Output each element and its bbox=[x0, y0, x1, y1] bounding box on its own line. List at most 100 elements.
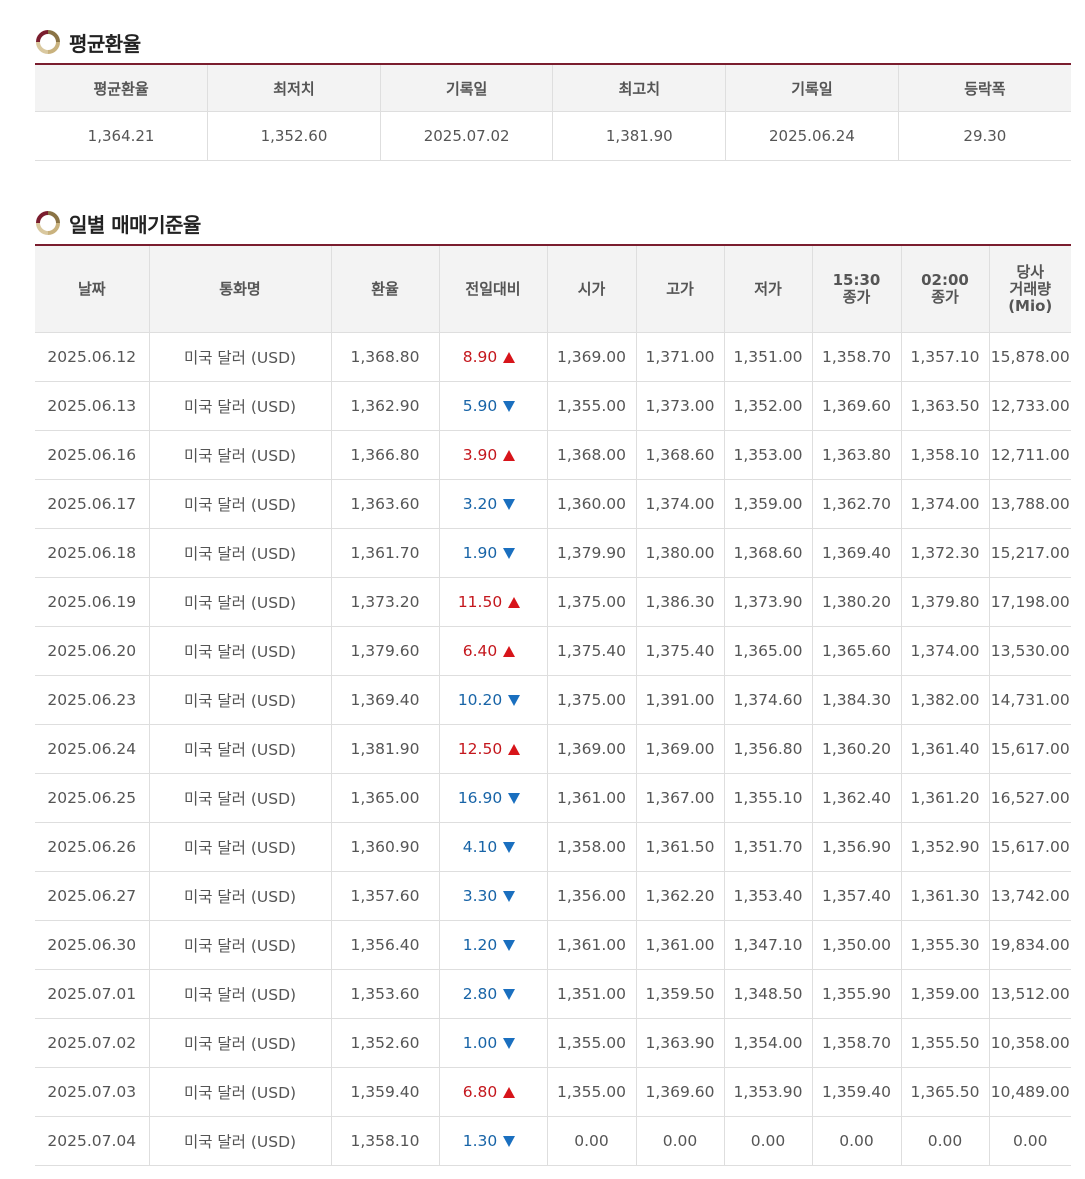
cell-close1530: 1,369.40 bbox=[811, 528, 902, 578]
change-value: 16.90 bbox=[457, 789, 503, 807]
cell-volume: 15,878.00 bbox=[988, 332, 1071, 382]
triangle-down-icon bbox=[503, 548, 516, 559]
cell-high: 1,368.60 bbox=[635, 430, 725, 480]
cell-date: 2025.06.24 bbox=[35, 724, 150, 774]
average-rate-table: 평균환율 최저치 기록일 최고치 기록일 등락폭 1,364.21 1,352.… bbox=[35, 63, 1071, 161]
cell-close0200: 1,357.10 bbox=[900, 332, 990, 382]
cell-currency: 미국 달러 (USD) bbox=[148, 822, 332, 872]
table-row: 2025.06.13 미국 달러 (USD) 1,362.90 5.90 1,355.0… bbox=[35, 381, 1071, 431]
cell-date: 2025.06.26 bbox=[35, 822, 150, 872]
cell-high: 1,391.00 bbox=[635, 675, 725, 725]
cell-open: 1,356.00 bbox=[546, 871, 637, 921]
triangle-up-icon bbox=[503, 1087, 516, 1098]
cell-volume: 10,489.00 bbox=[988, 1067, 1071, 1117]
cell-change: 4.10 bbox=[438, 822, 548, 872]
cell-high: 1,361.00 bbox=[635, 920, 725, 970]
cell-change: 1.30 bbox=[438, 1116, 548, 1166]
cell-close0200: 1,372.30 bbox=[900, 528, 990, 578]
change-value: 10.20 bbox=[457, 691, 503, 709]
cell-date: 2025.07.03 bbox=[35, 1067, 150, 1117]
cell-rate: 1,352.60 bbox=[330, 1018, 440, 1068]
change-value: 3.20 bbox=[462, 495, 498, 513]
cell-open: 1,375.00 bbox=[546, 577, 637, 627]
value-average: 1,364.21 bbox=[35, 111, 209, 161]
cell-close1530: 1,359.40 bbox=[811, 1067, 902, 1117]
ring-bullet-icon bbox=[36, 30, 60, 54]
header-max: 최고치 bbox=[552, 63, 727, 112]
cell-volume: 13,742.00 bbox=[988, 871, 1071, 921]
cell-high: 1,367.00 bbox=[635, 773, 725, 823]
triangle-up-icon bbox=[508, 744, 521, 755]
cell-high: 1,361.50 bbox=[635, 822, 725, 872]
triangle-down-icon bbox=[508, 695, 521, 706]
cell-low: 1,374.60 bbox=[723, 675, 813, 725]
cell-low: 1,351.00 bbox=[723, 332, 813, 382]
cell-close0200: 1,361.40 bbox=[900, 724, 990, 774]
cell-close0200: 1,361.20 bbox=[900, 773, 990, 823]
cell-rate: 1,361.70 bbox=[330, 528, 440, 578]
cell-date: 2025.06.20 bbox=[35, 626, 150, 676]
cell-low: 1,353.90 bbox=[723, 1067, 813, 1117]
cell-volume: 17,198.00 bbox=[988, 577, 1071, 627]
table-row: 2025.06.24 미국 달러 (USD) 1,381.90 12.50 1,369.… bbox=[35, 724, 1071, 774]
cell-high: 1,369.00 bbox=[635, 724, 725, 774]
cell-open: 1,369.00 bbox=[546, 332, 637, 382]
triangle-down-icon bbox=[503, 940, 516, 951]
cell-rate: 1,363.60 bbox=[330, 479, 440, 529]
cell-rate: 1,365.00 bbox=[330, 773, 440, 823]
cell-close1530: 1,365.60 bbox=[811, 626, 902, 676]
cell-low: 1,365.00 bbox=[723, 626, 813, 676]
cell-low: 1,351.70 bbox=[723, 822, 813, 872]
cell-close0200: 1,361.30 bbox=[900, 871, 990, 921]
cell-close0200: 1,365.50 bbox=[900, 1067, 990, 1117]
table-row: 2025.07.01 미국 달러 (USD) 1,353.60 2.80 1,351.0… bbox=[35, 969, 1071, 1019]
cell-volume: 13,512.00 bbox=[988, 969, 1071, 1019]
cell-open: 1,375.40 bbox=[546, 626, 637, 676]
triangle-down-icon bbox=[503, 891, 516, 902]
cell-change: 12.50 bbox=[438, 724, 548, 774]
value-range: 29.30 bbox=[897, 111, 1071, 161]
cell-close1530: 1,350.00 bbox=[811, 920, 902, 970]
cell-close0200: 1,363.50 bbox=[900, 381, 990, 431]
cell-rate: 1,359.40 bbox=[330, 1067, 440, 1117]
cell-currency: 미국 달러 (USD) bbox=[148, 479, 332, 529]
cell-change: 16.90 bbox=[438, 773, 548, 823]
daily-rate-title: 일별 매매기준율 bbox=[69, 212, 201, 237]
cell-rate: 1,357.60 bbox=[330, 871, 440, 921]
table-row: 2025.07.02 미국 달러 (USD) 1,352.60 1.00 1,355.0… bbox=[35, 1018, 1071, 1068]
cell-open: 1,355.00 bbox=[546, 1018, 637, 1068]
daily-rate-section: 일별 매매기준율 날짜 통화명 환율 전일대비 시가 고가 저가 15:30 종가 02:00 종가… bbox=[35, 208, 1071, 1166]
change-value: 6.80 bbox=[462, 1083, 498, 1101]
cell-close0200: 1,355.30 bbox=[900, 920, 990, 970]
cell-open: 1,358.00 bbox=[546, 822, 637, 872]
daily-rate-table: 날짜 통화명 환율 전일대비 시가 고가 저가 15:30 종가 02:00 종가 당사 거래량 (Mio… bbox=[35, 244, 1071, 1166]
average-rate-title-row: 평균환율 bbox=[35, 27, 1071, 57]
triangle-up-icon bbox=[508, 597, 521, 608]
cell-close0200: 1,359.00 bbox=[900, 969, 990, 1019]
cell-close0200: 1,355.50 bbox=[900, 1018, 990, 1068]
cell-currency: 미국 달러 (USD) bbox=[148, 430, 332, 480]
cell-currency: 미국 달러 (USD) bbox=[148, 675, 332, 725]
change-value: 3.90 bbox=[462, 446, 498, 464]
table-row: 2025.06.18 미국 달러 (USD) 1,361.70 1.90 1,379.9… bbox=[35, 528, 1071, 578]
cell-rate: 1,360.90 bbox=[330, 822, 440, 872]
cell-rate: 1,381.90 bbox=[330, 724, 440, 774]
cell-high: 1,359.50 bbox=[635, 969, 725, 1019]
cell-change: 5.90 bbox=[438, 381, 548, 431]
cell-open: 1,355.00 bbox=[546, 381, 637, 431]
cell-currency: 미국 달러 (USD) bbox=[148, 381, 332, 431]
table-row: 2025.06.17 미국 달러 (USD) 1,363.60 3.20 1,360.0… bbox=[35, 479, 1071, 529]
triangle-down-icon bbox=[503, 989, 516, 1000]
cell-rate: 1,379.60 bbox=[330, 626, 440, 676]
cell-rate: 1,369.40 bbox=[330, 675, 440, 725]
table-row: 2025.07.04 미국 달러 (USD) 1,358.10 1.30 0.00 0.0… bbox=[35, 1116, 1071, 1166]
cell-rate: 1,358.10 bbox=[330, 1116, 440, 1166]
cell-close1530: 1,384.30 bbox=[811, 675, 902, 725]
triangle-up-icon bbox=[503, 450, 516, 461]
cell-low: 1,368.60 bbox=[723, 528, 813, 578]
change-value: 5.90 bbox=[462, 397, 498, 415]
daily-rate-body: 2025.06.12 미국 달러 (USD) 1,368.80 8.90 1,369.0… bbox=[35, 332, 1071, 1166]
cell-close1530: 1,362.40 bbox=[811, 773, 902, 823]
triangle-down-icon bbox=[503, 1038, 516, 1049]
header-open: 시가 bbox=[546, 244, 637, 333]
